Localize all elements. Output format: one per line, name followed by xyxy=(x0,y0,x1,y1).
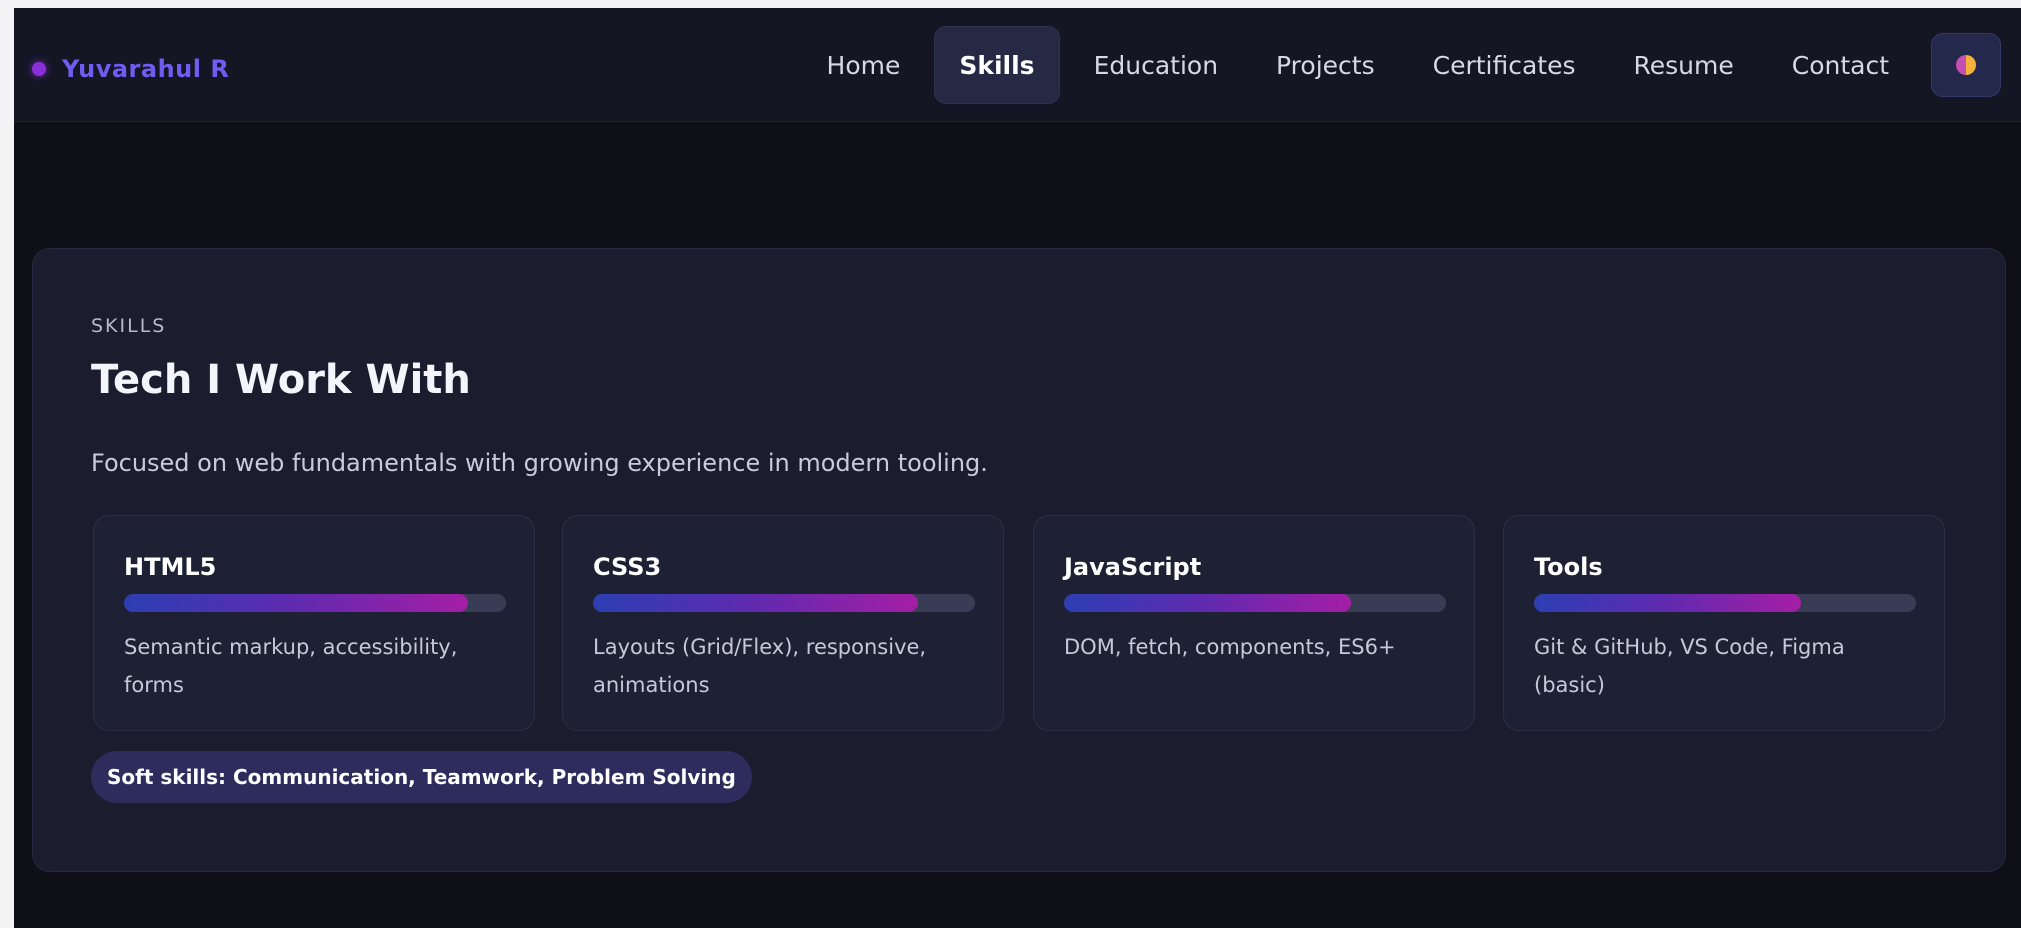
skill-description: Semantic markup, accessibility, forms xyxy=(124,635,458,697)
skill-card-html5: HTML5 Semantic markup, accessibility, fo… xyxy=(93,515,535,731)
skill-title: Tools xyxy=(1534,553,1603,581)
skill-progress-fill xyxy=(124,594,468,612)
nav-link-resume[interactable]: Resume xyxy=(1610,26,1758,104)
skills-card: SKILLS Tech I Work With Focused on web f… xyxy=(32,248,2006,872)
skill-progress-fill xyxy=(593,594,918,612)
skill-progress-bar xyxy=(1534,594,1916,612)
nav-link-certificates[interactable]: Certificates xyxy=(1409,26,1600,104)
navbar: Yuvarahul R Home Skills Education Projec… xyxy=(14,8,2021,122)
skill-description: Git & GitHub, VS Code, Figma (basic) xyxy=(1534,635,1845,697)
skill-progress-fill xyxy=(1534,594,1802,612)
skills-grid: HTML5 Semantic markup, accessibility, fo… xyxy=(93,515,1945,731)
half-circle-theme-icon xyxy=(1956,55,1976,75)
skill-card-css3: CSS3 Layouts (Grid/Flex), responsive, an… xyxy=(562,515,1004,731)
skill-description: DOM, fetch, components, ES6+ xyxy=(1064,635,1396,659)
brand[interactable]: Yuvarahul R xyxy=(32,54,229,84)
nav-link-education[interactable]: Education xyxy=(1070,26,1242,104)
skill-progress-fill xyxy=(1064,594,1351,612)
skill-progress-bar xyxy=(1064,594,1446,612)
app-frame: Yuvarahul R Home Skills Education Projec… xyxy=(14,8,2021,928)
soft-skills-badge: Soft skills: Communication, Teamwork, Pr… xyxy=(91,751,752,803)
skill-card-javascript: JavaScript DOM, fetch, components, ES6+ xyxy=(1033,515,1475,731)
skill-title: CSS3 xyxy=(593,553,662,581)
nav-link-projects[interactable]: Projects xyxy=(1252,26,1399,104)
skill-title: JavaScript xyxy=(1064,553,1202,581)
section-heading: Tech I Work With xyxy=(91,357,471,403)
brand-dot-icon xyxy=(32,62,46,76)
skill-card-tools: Tools Git & GitHub, VS Code, Figma (basi… xyxy=(1503,515,1945,731)
nav-links: Home Skills Education Projects Certifica… xyxy=(793,25,2021,105)
theme-toggle-button[interactable] xyxy=(1931,33,2001,97)
section-eyebrow: SKILLS xyxy=(91,315,167,337)
nav-link-home[interactable]: Home xyxy=(803,26,925,104)
skill-title: HTML5 xyxy=(124,553,217,581)
skill-progress-bar xyxy=(124,594,506,612)
nav-link-contact[interactable]: Contact xyxy=(1768,26,1913,104)
section-lede: Focused on web fundamentals with growing… xyxy=(91,449,988,477)
brand-name[interactable]: Yuvarahul R xyxy=(62,55,229,83)
nav-link-skills[interactable]: Skills xyxy=(934,26,1060,104)
skill-progress-bar xyxy=(593,594,975,612)
skill-description: Layouts (Grid/Flex), responsive, animati… xyxy=(593,635,927,697)
